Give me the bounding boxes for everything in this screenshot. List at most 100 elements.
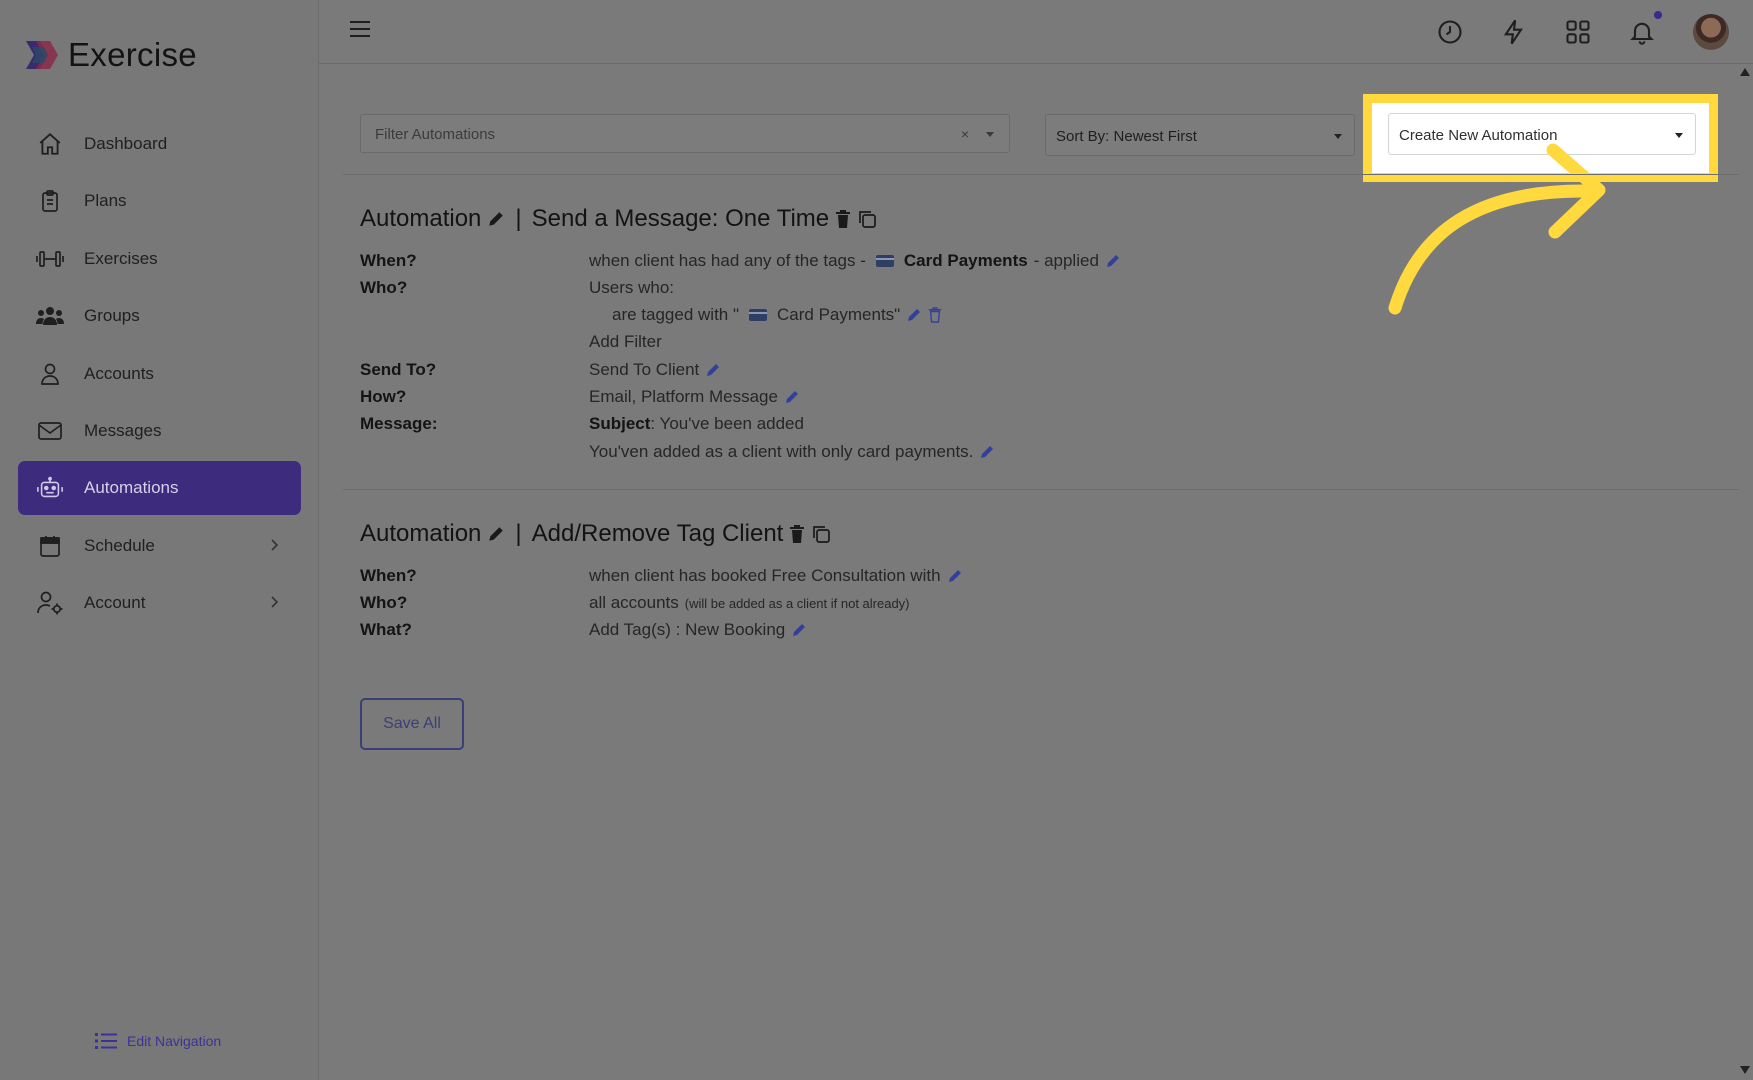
trash-icon[interactable] [789,525,805,543]
message-body-row: You'ven added as a client with only card… [360,440,1560,464]
what-value: Add Tag(s) : New Booking [589,620,807,640]
sidebar-item-label: Account [84,593,146,613]
edit-pencil-icon[interactable] [784,389,800,405]
edit-pencil-icon[interactable] [487,210,505,228]
edit-pencil-icon[interactable] [1105,253,1121,269]
sidebar-nav: Dashboard Plans Exercises Groups Account… [18,117,301,634]
history-icon[interactable] [1436,18,1464,46]
dumbbell-icon [36,245,64,273]
subject-label: Subject [589,414,651,433]
sidebar-item-label: Plans [84,191,127,211]
when-text: when client has had any of the tags - [589,251,866,270]
clipboard-icon [36,187,64,215]
avatar[interactable] [1693,14,1729,50]
calendar-icon [36,532,64,560]
lightning-icon[interactable] [1500,18,1528,46]
send-to-text: Send To Client [589,360,700,379]
automation-name: Send a Message: One Time [531,205,830,232]
edit-navigation-link[interactable]: Edit Navigation [95,1032,221,1050]
add-filter-row: Add Filter [360,330,1560,354]
bell-icon[interactable] [1628,18,1656,46]
edit-navigation-label: Edit Navigation [127,1033,222,1049]
edit-pencil-icon[interactable] [705,362,721,378]
who-value: all accounts (will be added as a client … [589,593,910,613]
sidebar-item-label: Dashboard [84,134,168,153]
sort-select[interactable]: Sort By: Newest First [1045,114,1355,156]
how-row: How? Email, Platform Message [360,385,1560,409]
clear-filter-icon[interactable]: × [961,126,969,142]
home-icon [36,130,64,158]
what-label: What? [360,620,412,639]
scroll-up-icon[interactable] [1740,68,1750,76]
notification-dot [1654,11,1662,19]
message-subject: Subject : You've been added [589,414,804,434]
sidebar-item-label: Schedule [84,535,155,555]
when-text: when client has booked Free Consultation… [589,566,941,585]
what-row: What? Add Tag(s) : New Booking [360,618,1560,642]
app-name: Exercise [68,36,197,73]
chevron-right-icon [269,537,279,557]
who-row: Who? Users who: [360,276,1560,300]
top-bar [319,0,1753,64]
trash-icon[interactable] [835,210,851,228]
sidebar-item-label: Groups [84,306,140,326]
list-icon [95,1033,117,1049]
edit-pencil-icon[interactable] [906,307,922,323]
automation-title: Automation | Add/Remove Tag Client [360,520,831,548]
sidebar-item-accounts[interactable]: Accounts [18,347,301,401]
when-row: When? when client has booked Free Consul… [360,564,1560,588]
title-separator: | [515,520,522,547]
subject-value: : You've been added [650,414,804,433]
copy-icon[interactable] [811,524,831,544]
brand[interactable]: Exercise [22,36,197,74]
sidebar-item-dashboard[interactable]: Dashboard [18,117,301,171]
robot-icon [36,474,64,502]
sidebar-item-groups[interactable]: Groups [18,289,301,343]
credit-card-icon [875,255,894,267]
trash-icon[interactable] [928,307,942,323]
when-suffix: - applied [1033,251,1099,270]
scroll-down-icon[interactable] [1740,1066,1750,1074]
automation-prefix: Automation [360,205,482,232]
automation-title: Automation | Send a Message: One Time [360,205,877,233]
users-icon [36,302,64,330]
add-filter-link[interactable]: Add Filter [589,332,662,352]
filter-automations-input[interactable]: Filter Automations × [360,114,1010,153]
edit-pencil-icon[interactable] [791,622,807,638]
save-all-button[interactable]: Save All [360,698,464,750]
how-value: Email, Platform Message [589,387,800,407]
who-label: Who? [360,278,408,297]
send-to-row: Send To? Send To Client [360,358,1560,382]
sidebar-item-account[interactable]: Account [18,576,301,630]
sidebar-item-label: Accounts [84,363,154,383]
copy-icon[interactable] [857,209,877,229]
sort-label: Sort By: Newest First [1056,128,1197,145]
when-row: When? when client has had any of the tag… [360,249,1560,273]
chevron-down-icon[interactable] [986,132,994,137]
divider [343,489,1739,490]
when-label: When? [360,251,417,270]
credit-card-icon [749,309,768,321]
menu-toggle-icon[interactable] [349,20,371,43]
divider [343,174,1739,175]
who-text: all accounts [589,593,679,612]
edit-pencil-icon[interactable] [947,568,963,584]
main-content: Filter Automations × Sort By: Newest Fir… [319,64,1739,1080]
sidebar-item-automations[interactable]: Automations [18,461,301,516]
sidebar-item-exercises[interactable]: Exercises [18,232,301,286]
edit-pencil-icon[interactable] [979,444,995,460]
chevron-down-icon [1334,134,1342,139]
filter-placeholder: Filter Automations [375,126,496,143]
apps-grid-icon[interactable] [1564,18,1592,46]
user-gear-icon [36,589,64,617]
when-label: When? [360,566,417,585]
message-body: You'ven added as a client with only card… [589,442,995,462]
edit-pencil-icon[interactable] [487,525,505,543]
who-note: (will be added as a client if not alread… [684,595,910,611]
sidebar-item-schedule[interactable]: Schedule [18,519,301,573]
sidebar-item-messages[interactable]: Messages [18,404,301,458]
sidebar-item-plans[interactable]: Plans [18,174,301,228]
who-filter-row: are tagged with " Card Payments" [360,303,1560,327]
filter-prefix: are tagged with " [612,305,740,324]
who-filter-value: are tagged with " Card Payments" [589,305,942,325]
